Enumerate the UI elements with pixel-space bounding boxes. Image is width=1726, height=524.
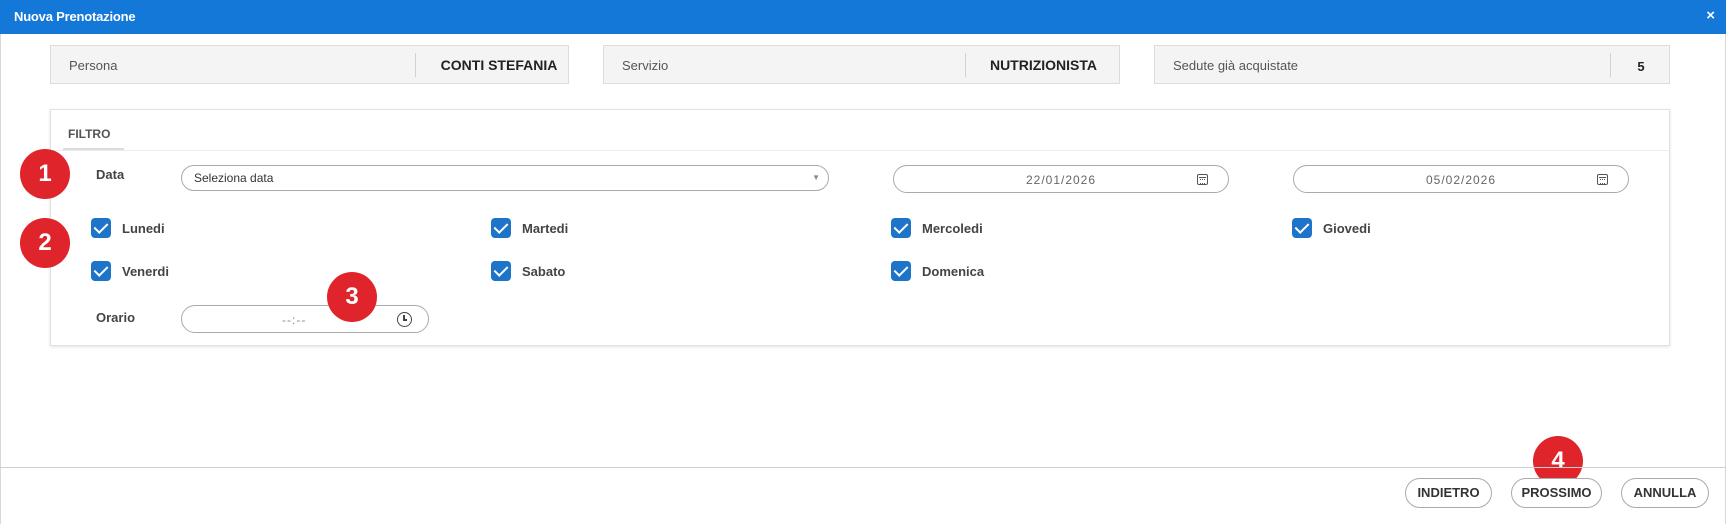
tab-divider [51,150,1669,151]
checkbox-label: Domenica [922,263,985,279]
date-to-input[interactable]: 05/02/2026 [1293,165,1629,193]
sedute-label: Sedute già acquistate [1173,58,1299,73]
checkbox-checked[interactable] [91,261,111,281]
divider [415,53,416,77]
checkbox-mercoledi[interactable]: Mercoledi [891,218,983,238]
chevron-down-icon: ▼ [812,173,820,182]
dialog-titlebar: Nuova Prenotazione × [0,0,1726,34]
servizio-info: Servizio NUTRIZIONISTA [603,45,1120,84]
checkbox-venerdi[interactable]: Venerdi [91,261,169,281]
time-value: --:-- [282,313,307,327]
checkbox-giovedi[interactable]: Giovedi [1292,218,1371,238]
annotation-badge-2: 2 [20,218,70,268]
calendar-icon[interactable] [1197,174,1208,185]
date-select-value: Seleziona data [194,171,274,185]
checkbox-label: Martedi [522,220,569,236]
tab-underline [63,148,124,150]
checkbox-label: Sabato [522,263,566,279]
checkbox-checked[interactable] [91,218,111,238]
data-label: Data [96,167,125,182]
dialog-title: Nuova Prenotazione [14,9,136,24]
checkbox-label: Venerdi [122,263,169,279]
checkbox-martedi[interactable]: Martedi [491,218,568,238]
checkbox-label: Giovedi [1323,220,1371,236]
checkbox-label: Mercoledi [922,220,983,236]
dialog-left-border [0,34,1,524]
calendar-icon[interactable] [1597,174,1608,185]
sedute-info: Sedute già acquistate 5 [1154,45,1670,84]
date-select[interactable]: Seleziona data ▼ [181,165,829,191]
annotation-badge-1: 1 [20,149,70,199]
sedute-value: 5 [1637,59,1645,74]
checkbox-label: Lunedi [122,220,165,236]
date-from-value: 22/01/2026 [1025,173,1097,187]
next-button[interactable]: PROSSIMO [1511,478,1602,508]
clock-icon[interactable] [397,312,412,327]
close-icon[interactable]: × [1706,7,1715,24]
checkbox-checked[interactable] [491,261,511,281]
servizio-value: NUTRIZIONISTA [989,57,1098,73]
persona-label: Persona [69,58,118,73]
persona-info: Persona CONTI STEFANIA [50,45,569,84]
orario-label: Orario [96,310,136,325]
back-button[interactable]: INDIETRO [1405,478,1492,508]
checkbox-checked[interactable] [891,218,911,238]
checkbox-sabato[interactable]: Sabato [491,261,565,281]
cancel-button[interactable]: ANNULLA [1621,478,1709,508]
checkbox-lunedi[interactable]: Lunedi [91,218,165,238]
time-input[interactable]: --:-- [181,305,429,333]
persona-value: CONTI STEFANIA [440,57,558,73]
checkbox-checked[interactable] [1292,218,1312,238]
checkbox-checked[interactable] [891,261,911,281]
checkbox-checked[interactable] [491,218,511,238]
filter-title: FILTRO [68,127,111,141]
date-from-input[interactable]: 22/01/2026 [893,165,1229,193]
annotation-badge-3: 3 [327,272,377,322]
date-to-value: 05/02/2026 [1425,173,1497,187]
checkbox-domenica[interactable]: Domenica [891,261,984,281]
footer-divider [0,467,1726,468]
servizio-label: Servizio [622,58,669,73]
